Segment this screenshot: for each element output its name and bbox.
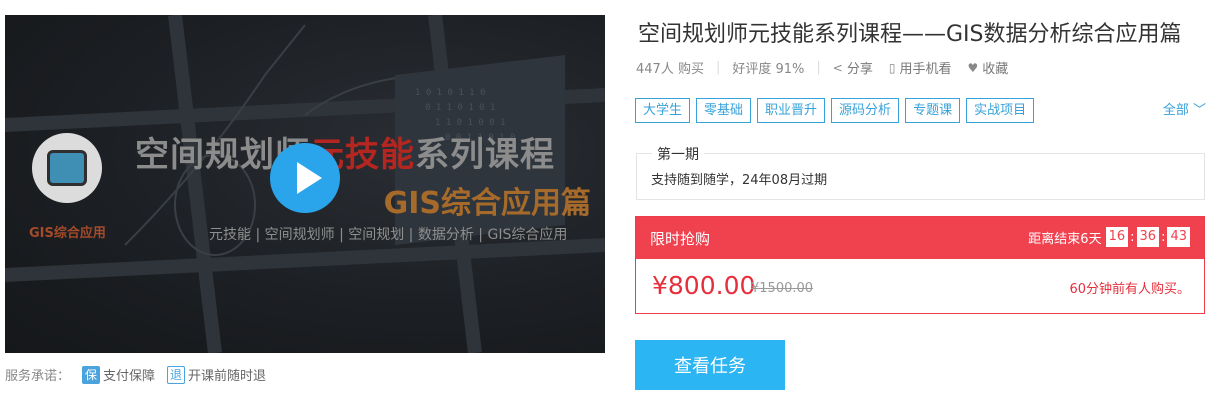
- view-tasks-button[interactable]: 查看任务: [635, 340, 785, 390]
- recent-purchase-note: 60分钟前有人购买。: [1069, 282, 1190, 297]
- service-payment-guarantee: 保 支付保障: [82, 365, 155, 384]
- tag-list: 大学生 零基础 职业晋升 源码分析 专题课 实战项目: [635, 98, 1040, 123]
- rating: 好评度 91%: [732, 62, 805, 77]
- flash-sale-header: 限时抢购 距离结束6天 16 : 36 : 43: [636, 217, 1204, 259]
- countdown-seconds: 43: [1167, 227, 1190, 247]
- tag-item[interactable]: 大学生: [635, 98, 691, 123]
- cover-logo-caption: GIS综合应用: [29, 226, 106, 241]
- original-price: ¥1500.00: [751, 281, 814, 296]
- course-title: 空间规划师元技能系列课程——GIS数据分析综合应用篇: [638, 22, 1182, 47]
- flash-sale-panel: 限时抢购 距离结束6天 16 : 36 : 43 ¥800.00 ¥1500.0…: [635, 216, 1205, 314]
- mobile-view-button[interactable]: ▯ 用手机看: [888, 58, 952, 78]
- period-box: 第一期 支持随到随学，24年08月过期: [636, 144, 1205, 200]
- countdown-minutes: 36: [1136, 227, 1160, 247]
- tag-item[interactable]: 源码分析: [831, 98, 900, 123]
- countdown: 距离结束6天 16 : 36 : 43: [1028, 227, 1190, 247]
- gis-logo: [32, 133, 102, 203]
- sale-price: ¥800.00: [652, 271, 756, 300]
- cover-keywords: 元技能 | 空间规划师 | 空间规划 | 数据分析 | GIS综合应用: [209, 227, 568, 243]
- heart-icon: ♥: [967, 60, 979, 75]
- svg-text:0 1 1 0 1 0 1: 0 1 1 0 1 0 1: [425, 103, 495, 113]
- service-refund: 退 开课前随时退: [167, 365, 266, 384]
- refund-badge-icon: 退: [167, 365, 186, 384]
- chevron-down-icon: ﹀: [1192, 103, 1206, 118]
- tag-item[interactable]: 零基础: [696, 98, 752, 123]
- period-legend: 第一期: [652, 144, 704, 164]
- buyer-count: 447人 购买: [636, 62, 704, 77]
- tag-item[interactable]: 职业晋升: [757, 98, 826, 123]
- course-meta: 447人 购买 | 好评度 91% | < 分享 ▯ 用手机看 ♥ 收藏: [636, 58, 1024, 77]
- favorite-button[interactable]: ♥ 收藏: [967, 58, 1008, 78]
- countdown-hours: 16: [1105, 227, 1129, 247]
- course-cover[interactable]: 1 0 1 0 1 1 0 0 1 1 0 1 0 1 1 1 0 1 0 0 …: [5, 15, 605, 353]
- share-button[interactable]: < 分享: [832, 58, 873, 78]
- divider: |: [715, 60, 721, 75]
- svg-text:1 0 1 0 1 1 0: 1 0 1 0 1 1 0: [415, 88, 485, 98]
- phone-icon: ▯: [888, 60, 896, 75]
- divider: |: [816, 60, 821, 75]
- tag-item[interactable]: 实战项目: [966, 98, 1035, 123]
- service-label: 服务承诺：: [5, 369, 71, 384]
- share-icon: <: [832, 60, 843, 75]
- service-promise: 服务承诺： 保 支付保障 退 开课前随时退: [5, 365, 266, 384]
- shield-badge-icon: 保: [82, 365, 101, 384]
- cover-subtitle: GIS综合应用篇: [383, 186, 591, 221]
- countdown-prefix: 距离结束6天: [1028, 231, 1102, 247]
- cover-title: 空间规划师元技能系列课程: [135, 135, 555, 175]
- all-tags-toggle[interactable]: 全部 ﹀: [1163, 99, 1206, 118]
- period-text: 支持随到随学，24年08月过期: [651, 173, 828, 188]
- flash-sale-label: 限时抢购: [650, 229, 711, 248]
- flash-sale-body: ¥800.00 ¥1500.00 60分钟前有人购买。: [636, 259, 1204, 313]
- play-icon[interactable]: [270, 143, 340, 213]
- tag-item[interactable]: 专题课: [905, 98, 961, 123]
